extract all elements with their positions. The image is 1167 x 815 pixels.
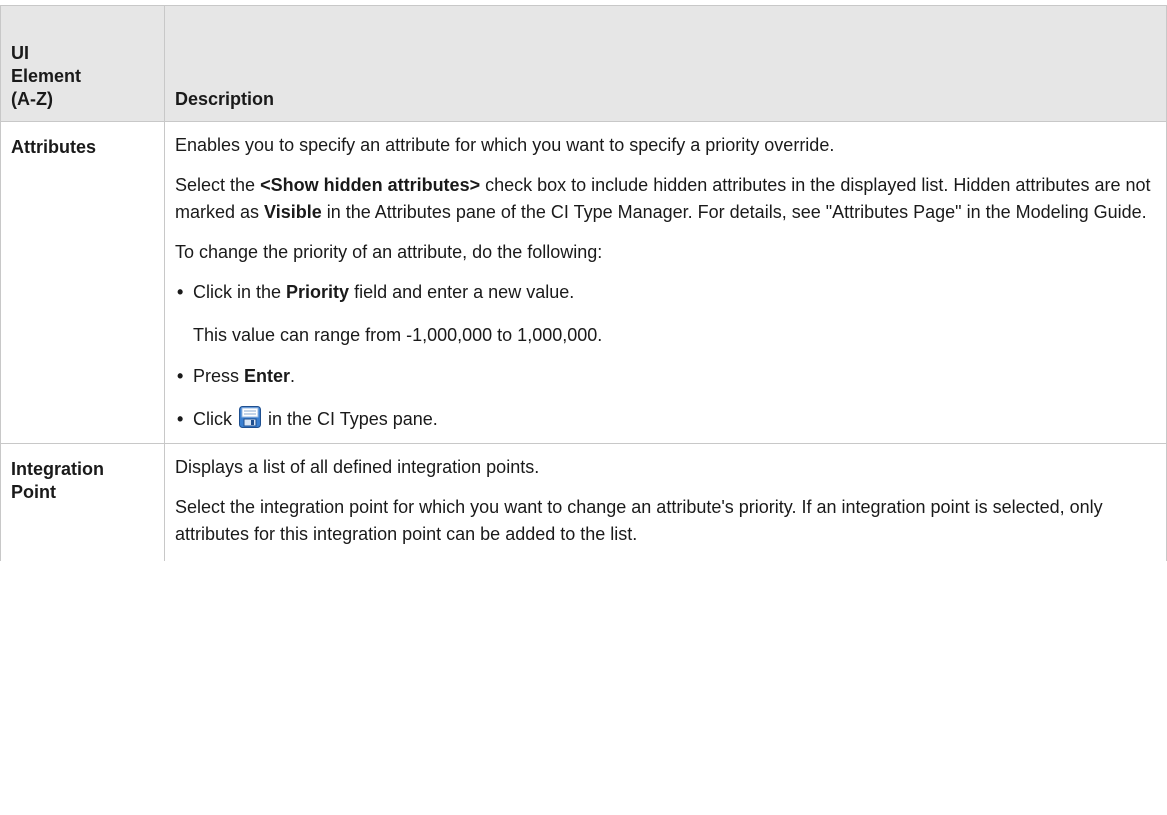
- row-description-integration-point: Displays a list of all defined integrati…: [164, 443, 1167, 561]
- text-span: Select the: [175, 175, 261, 195]
- save-icon: [239, 406, 261, 428]
- show-hidden-attributes-term: <Show hidden attributes>: [260, 175, 481, 195]
- table-row-attributes: Attributes Enables you to specify an att…: [0, 121, 1167, 444]
- text-span: field and enter a new value.: [349, 282, 575, 302]
- row-description-attributes: Enables you to specify an attribute for …: [164, 121, 1167, 444]
- table-header-row: UI Element (A-Z) Description: [0, 5, 1167, 122]
- priority-range-note: This value can range from -1,000,000 to …: [193, 325, 603, 345]
- text-span: in the Attributes pane of the CI Type Ma…: [321, 202, 1147, 222]
- enter-term: Enter: [244, 366, 291, 386]
- text-span: Click: [193, 409, 237, 429]
- text-span: in the CI Types pane.: [263, 409, 438, 429]
- header-ui-element-line3: (A-Z): [11, 89, 53, 109]
- integration-intro: Displays a list of all defined integrati…: [175, 457, 540, 477]
- name-line: Point: [11, 482, 56, 502]
- header-ui-element-line2: Element: [11, 66, 82, 86]
- name-line: Integration: [11, 459, 104, 479]
- row-name-integration-point: Integration Point: [0, 443, 165, 561]
- text-span: .: [290, 366, 296, 386]
- list-item: • Click in the CI Types pane.: [175, 406, 1156, 433]
- header-description: Description: [164, 5, 1167, 122]
- bullet-icon: •: [177, 409, 184, 429]
- ui-elements-table: UI Element (A-Z) Description Attributes …: [0, 5, 1167, 561]
- steps-list: • Click in the Priority field and enter …: [175, 279, 1156, 433]
- text-span: Press: [193, 366, 245, 386]
- integration-detail: Select the integration point for which y…: [175, 497, 1103, 544]
- attributes-change-intro: To change the priority of an attribute, …: [175, 242, 603, 262]
- header-ui-element-line1: UI: [11, 43, 29, 63]
- list-item: • Press Enter.: [175, 363, 1156, 390]
- bullet-icon: •: [177, 366, 184, 386]
- attributes-hidden-note: Select the <Show hidden attributes> chec…: [175, 172, 1156, 226]
- attributes-intro: Enables you to specify an attribute for …: [175, 135, 835, 155]
- row-name-attributes: Attributes: [0, 121, 165, 444]
- list-item: • Click in the Priority field and enter …: [175, 279, 1156, 349]
- table-row-integration-point: Integration Point Displays a list of all…: [0, 443, 1167, 561]
- text-span: Click in the: [193, 282, 287, 302]
- bullet-icon: •: [177, 282, 184, 302]
- visible-term: Visible: [264, 202, 322, 222]
- header-ui-element: UI Element (A-Z): [0, 5, 165, 122]
- priority-term: Priority: [286, 282, 350, 302]
